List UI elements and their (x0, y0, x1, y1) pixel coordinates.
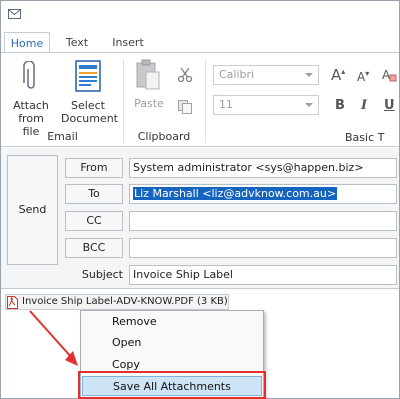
cc-field[interactable] (129, 211, 397, 231)
send-button[interactable]: Send (7, 155, 58, 265)
underline-button[interactable]: U (384, 98, 395, 113)
paperclip-icon (23, 61, 35, 89)
grow-font-button[interactable]: A▴ (331, 66, 345, 84)
document-icon (75, 60, 101, 92)
select-document-label-line1: Select (71, 99, 105, 112)
paste-label: Paste (134, 97, 164, 110)
font-size-value: 11 (219, 98, 233, 111)
copy-icon[interactable] (177, 99, 193, 115)
ribbon: Attach from file Select Document Email P… (1, 52, 399, 147)
grow-arrow-icon: ▴ (341, 67, 346, 76)
menu-item-open[interactable]: Open (82, 333, 262, 353)
bcc-button[interactable]: BCC (65, 238, 123, 258)
chevron-down-icon (305, 103, 313, 107)
from-value: System administrator <sys@happen.biz> (133, 161, 364, 174)
from-field[interactable]: System administrator <sys@happen.biz> (129, 158, 397, 178)
basic-text-group-label: Basic T (345, 131, 385, 144)
tab-home[interactable]: Home (4, 32, 50, 54)
email-group-label: Email (47, 130, 78, 143)
to-value-selected: Liz Marshall <liz@advknow.com.au> (133, 187, 338, 200)
subject-label: Subject (81, 268, 123, 281)
scissors-icon[interactable] (177, 67, 193, 83)
clipboard-group-label: Clipboard (137, 130, 191, 143)
italic-button[interactable]: I (361, 98, 367, 113)
attach-file-label-line1: Attach (13, 99, 49, 112)
from-button[interactable]: From (65, 158, 123, 178)
font-name-value: Calibri (219, 68, 255, 81)
cc-button[interactable]: CC (65, 211, 123, 231)
grow-font-label: A (331, 66, 342, 84)
tab-text[interactable]: Text (57, 32, 97, 53)
envelope-icon (8, 9, 21, 19)
paste-button[interactable]: Paste (129, 57, 169, 119)
ribbon-tabs: Home Text Insert (1, 32, 399, 54)
title-bar (1, 1, 399, 32)
select-document-label-line2: Document (61, 112, 118, 125)
shrink-arrow-icon: ▾ (365, 69, 370, 78)
subject-field[interactable]: Invoice Ship Label (129, 265, 397, 285)
group-separator (205, 59, 206, 143)
select-document-button[interactable]: Select Document (61, 57, 118, 127)
attachment-item[interactable]: Invoice Ship Label-ADV-KNOW.PDF (3 KB) (5, 294, 229, 310)
shrink-font-button[interactable]: A▾ (357, 69, 369, 84)
subject-value: Invoice Ship Label (133, 268, 233, 281)
attach-file-button[interactable]: Attach from file (9, 57, 53, 138)
shrink-font-label: A (357, 70, 366, 84)
to-field[interactable]: Liz Marshall <liz@advknow.com.au> (129, 184, 397, 204)
bcc-field[interactable] (129, 238, 397, 258)
chevron-down-icon (305, 73, 313, 77)
group-separator (123, 59, 124, 143)
to-button[interactable]: To (65, 184, 123, 204)
font-name-select[interactable]: Calibri (213, 65, 319, 85)
highlight-outline (78, 371, 266, 399)
bold-button[interactable]: B (335, 98, 345, 113)
font-size-select[interactable]: 11 (213, 95, 319, 115)
tab-insert[interactable]: Insert (104, 32, 152, 53)
clipboard-icon (136, 59, 160, 90)
pdf-icon (7, 296, 18, 309)
menu-item-remove[interactable]: Remove (82, 312, 262, 332)
clear-formatting-icon[interactable]: A (381, 67, 397, 83)
